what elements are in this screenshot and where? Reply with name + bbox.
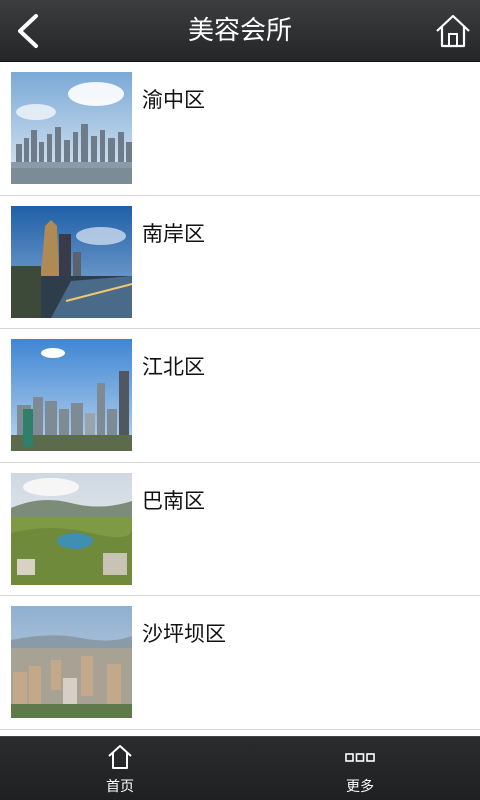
top-navigation-bar: 美容会所	[0, 0, 480, 62]
list-item-district[interactable]: 渝中区	[0, 62, 480, 196]
district-name: 江北区	[142, 355, 205, 379]
district-thumbnail	[11, 339, 132, 451]
app-screen: 美容会所 渝中区 南岸区 江北区 巴南区 沙坪坝区 首页 更多	[0, 0, 480, 800]
district-name: 南岸区	[142, 221, 205, 246]
district-name: 渝中区	[142, 88, 205, 112]
home-icon	[436, 14, 470, 48]
district-thumbnail	[11, 606, 132, 718]
district-name: 巴南区	[142, 488, 205, 513]
page-title: 美容会所	[187, 16, 292, 46]
district-name: 沙坪坝区	[142, 622, 226, 646]
list-item-district[interactable]: 巴南区	[0, 462, 480, 596]
tab-home[interactable]: 首页	[0, 737, 240, 800]
home-outline-icon	[108, 745, 132, 769]
list-item-district[interactable]: 南岸区	[0, 195, 480, 329]
more-squares-icon	[345, 753, 375, 762]
district-thumbnail	[11, 205, 132, 318]
tab-more[interactable]: 更多	[240, 737, 480, 800]
district-thumbnail	[11, 472, 132, 585]
tab-more-label: 更多	[346, 779, 374, 795]
district-list: 渝中区 南岸区 江北区 巴南区 沙坪坝区	[0, 62, 480, 734]
list-item-district[interactable]: 沙坪坝区	[0, 596, 480, 730]
tab-home-label: 首页	[106, 779, 134, 795]
list-item-district[interactable]: 江北区	[0, 329, 480, 463]
home-button[interactable]	[434, 12, 472, 50]
bottom-tab-bar: 首页 更多	[0, 736, 480, 800]
district-thumbnail	[11, 72, 132, 184]
